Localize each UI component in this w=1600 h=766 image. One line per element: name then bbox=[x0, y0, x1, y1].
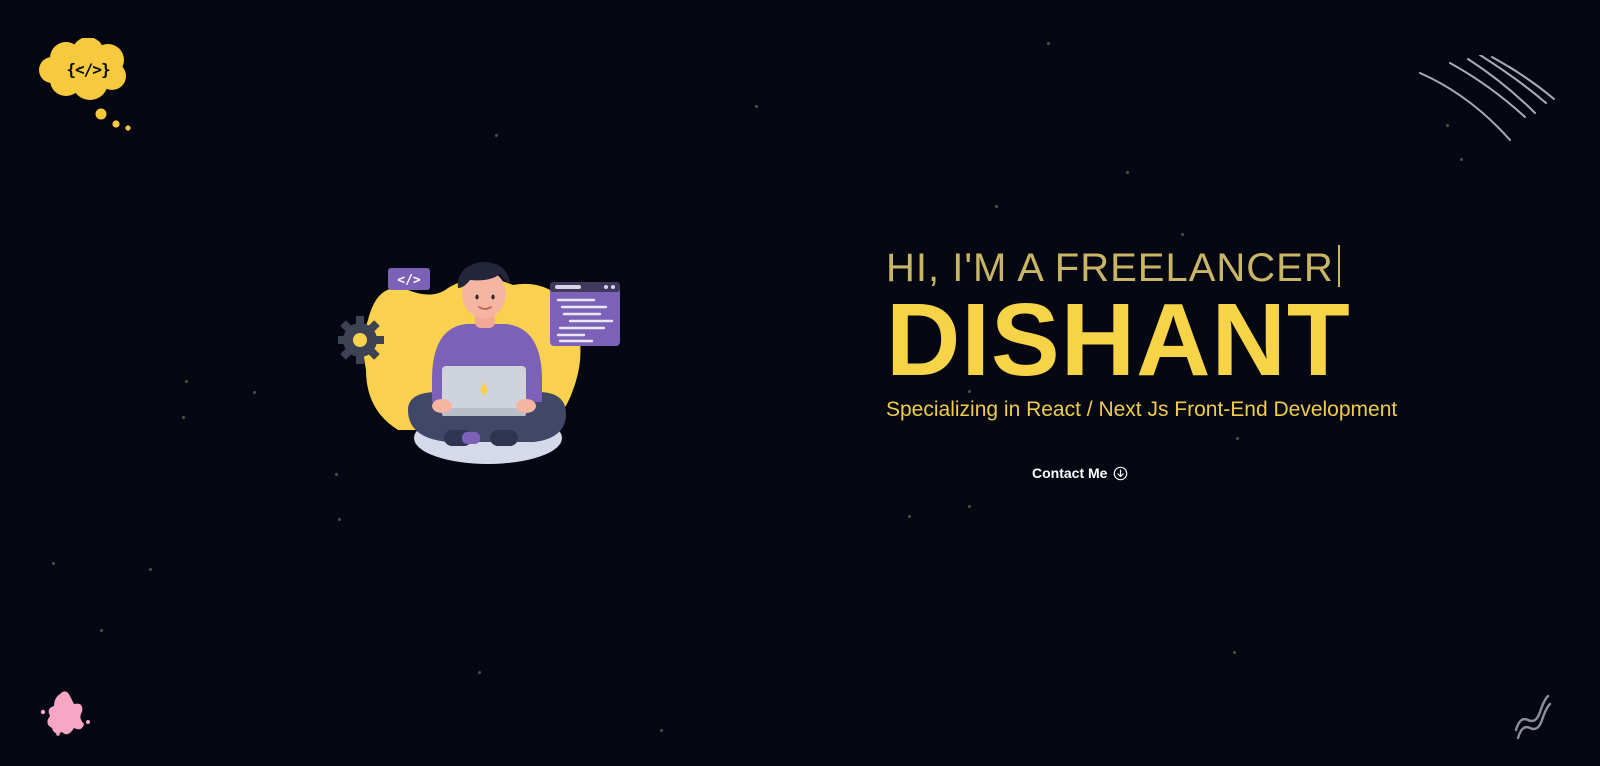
hero-name: DISHANT bbox=[886, 282, 1351, 397]
star bbox=[338, 518, 341, 521]
thought-bubble-code-icon bbox=[39, 37, 131, 131]
contact-me-button[interactable]: Contact Me bbox=[1032, 465, 1128, 481]
developer-illustration bbox=[338, 262, 620, 464]
hero-text: HI, I'M A FREELANCER DISHANT Specializin… bbox=[886, 244, 1576, 422]
code-tag: </> bbox=[397, 273, 421, 288]
hero-subtitle: Specializing in React / Next Js Front-En… bbox=[886, 398, 1398, 421]
star bbox=[495, 134, 498, 137]
hero-eyebrow-text: HI, I'M A FREELANCER bbox=[886, 246, 1334, 290]
star bbox=[253, 391, 256, 394]
star bbox=[478, 671, 481, 674]
star bbox=[968, 505, 971, 508]
typing-caret bbox=[1337, 245, 1340, 287]
star bbox=[149, 568, 152, 571]
star bbox=[755, 105, 758, 108]
squiggle-icon bbox=[1514, 694, 1552, 740]
star bbox=[1047, 42, 1050, 45]
streaks-icon bbox=[1419, 55, 1555, 141]
star bbox=[1236, 437, 1239, 440]
star bbox=[1126, 171, 1129, 174]
hero-section: {</>} </> HI, I'M A FREELANCER DISHANT S… bbox=[0, 0, 1600, 766]
star bbox=[1460, 158, 1463, 161]
star bbox=[660, 729, 663, 732]
logo[interactable]: {</>} bbox=[38, 37, 136, 136]
star bbox=[908, 515, 911, 518]
arrow-down-circle-icon bbox=[1114, 466, 1128, 480]
star bbox=[185, 380, 188, 383]
star bbox=[995, 205, 998, 208]
hero-eyebrow: HI, I'M A FREELANCER bbox=[886, 244, 1340, 292]
contact-me-label: Contact Me bbox=[1032, 465, 1108, 481]
logo-code-glyph: {</>} bbox=[66, 60, 110, 79]
star bbox=[1233, 651, 1236, 654]
star bbox=[52, 562, 55, 565]
star bbox=[1181, 233, 1184, 236]
splat-icon bbox=[40, 691, 90, 736]
star bbox=[182, 416, 185, 419]
star bbox=[100, 629, 103, 632]
gear-icon bbox=[338, 316, 384, 364]
